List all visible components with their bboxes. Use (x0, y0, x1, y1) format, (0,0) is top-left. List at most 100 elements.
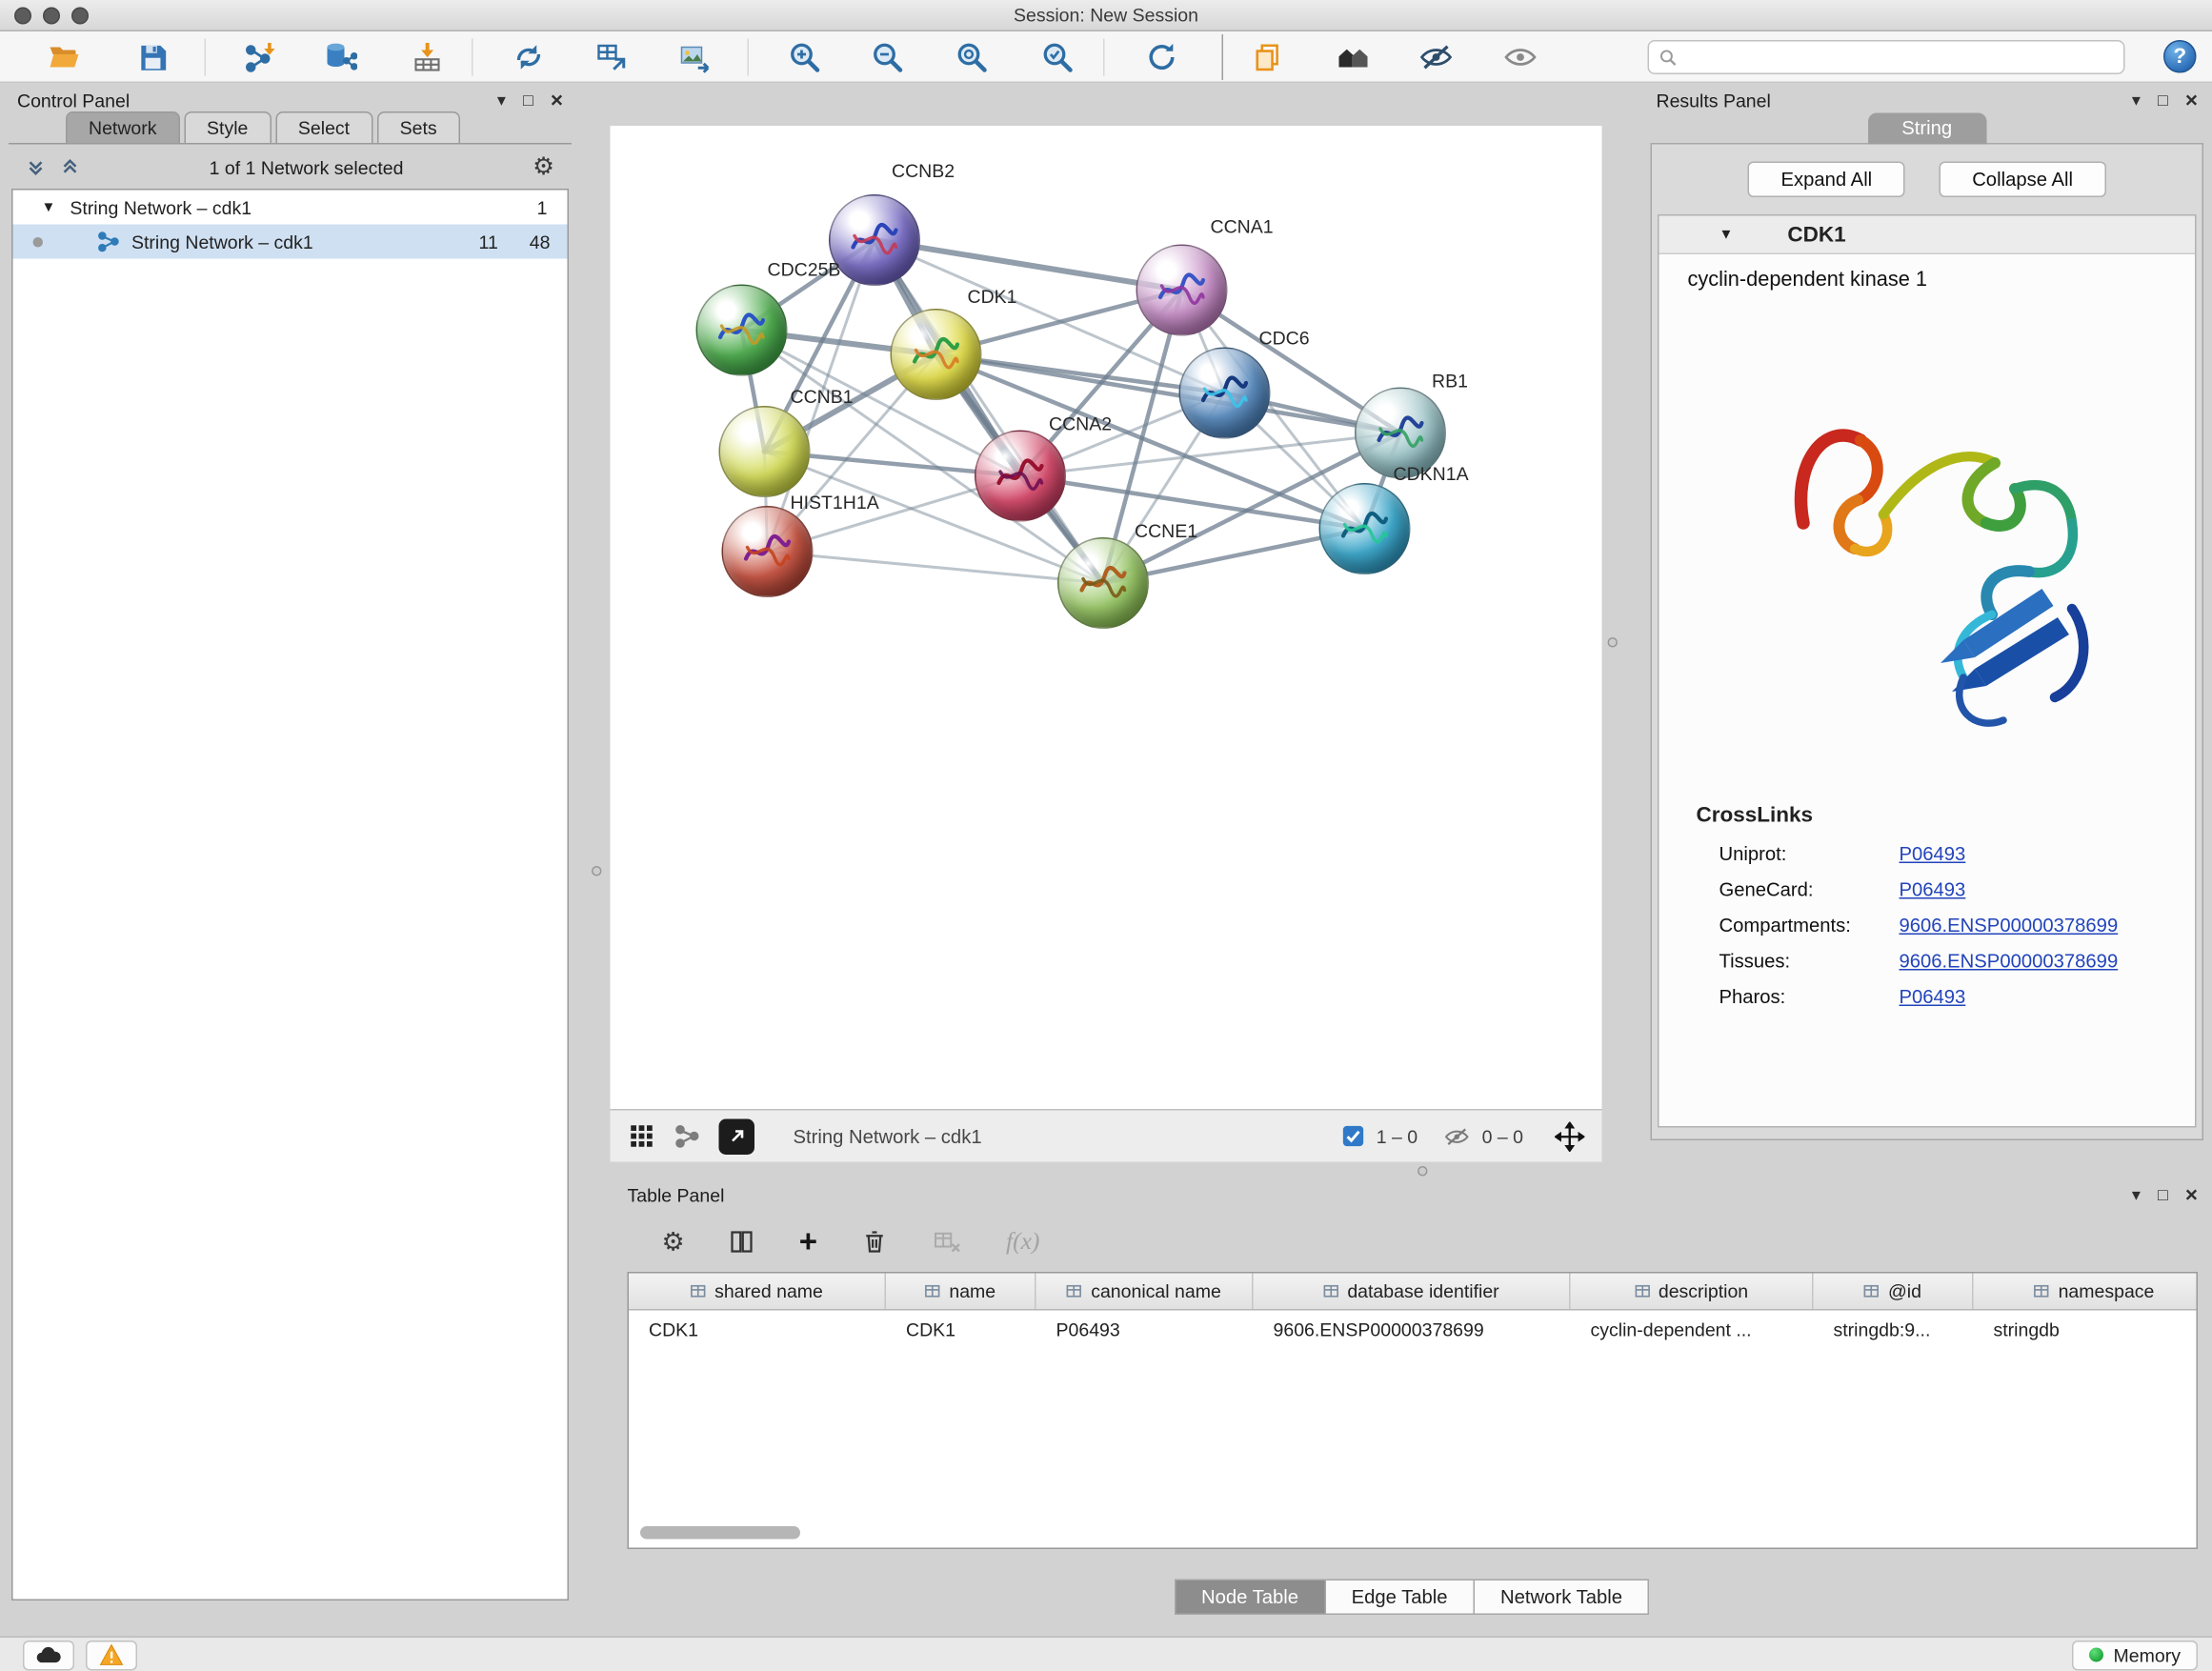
cloud-status-button[interactable] (23, 1640, 74, 1670)
home-button[interactable] (1334, 37, 1374, 77)
tree-caret-icon[interactable]: ▼ (42, 199, 56, 215)
right-splitter-handle[interactable] (1608, 637, 1619, 648)
column-header-name[interactable]: name (886, 1274, 1036, 1310)
network-node-ccnb1[interactable] (719, 406, 811, 497)
table-settings-gear-icon[interactable]: ⚙ (662, 1227, 685, 1258)
network-node-hist1h1a[interactable] (722, 506, 814, 597)
float-panel-icon[interactable]: □ (523, 91, 533, 109)
new-network-button[interactable] (509, 37, 549, 77)
crosslink-link[interactable]: 9606.ENSP00000378699 (1900, 951, 2119, 973)
network-row-selected[interactable]: String Network – cdk1 11 48 (13, 225, 568, 259)
expand-all-icon[interactable] (60, 157, 80, 177)
open-session-button[interactable] (45, 37, 85, 77)
crosslink-link[interactable]: P06493 (1900, 879, 1966, 901)
left-splitter-handle[interactable] (592, 866, 602, 876)
tab-string[interactable]: String (1867, 113, 1986, 145)
string-view-icon[interactable] (674, 1123, 700, 1149)
collapse-all-icon[interactable] (26, 157, 46, 177)
close-panel-icon[interactable]: × (2185, 90, 2198, 111)
network-node-ccne1[interactable] (1057, 537, 1149, 629)
close-panel-icon[interactable]: × (2185, 1184, 2198, 1206)
pan-crosshair-icon[interactable] (1555, 1121, 1585, 1152)
collapse-panel-icon[interactable]: ▾ (2132, 1186, 2141, 1203)
network-canvas[interactable]: CCNB2CCNA1CDC25BCDK1CDC6RB1CCNB1CCNA2CDK… (611, 126, 1602, 1109)
crosslink-row-pharos-: Pharos:P06493 (1659, 979, 2196, 1016)
column-header-description[interactable]: description (1571, 1274, 1814, 1310)
network-node-cdc6[interactable] (1179, 348, 1271, 439)
network-node-cdkn1a[interactable] (1319, 483, 1411, 574)
zoom-selected-button[interactable] (1037, 37, 1077, 77)
tab-edge-table[interactable]: Edge Table (1324, 1580, 1475, 1616)
column-header-namespace[interactable]: namespace (1974, 1274, 2212, 1310)
network-node-ccna2[interactable] (975, 431, 1066, 522)
collapse-panel-icon[interactable]: ▾ (2132, 91, 2141, 109)
crosslink-link[interactable]: 9606.ENSP00000378699 (1900, 915, 2119, 936)
zoom-in-button[interactable] (785, 37, 825, 77)
tab-select[interactable]: Select (275, 111, 372, 145)
delete-column-trash-icon[interactable] (860, 1228, 889, 1257)
tab-node-table[interactable]: Node Table (1174, 1580, 1325, 1616)
show-columns-icon[interactable] (728, 1228, 756, 1257)
import-table-button[interactable] (408, 37, 448, 77)
hidden-eye-slash-icon[interactable] (1443, 1125, 1471, 1147)
help-button[interactable]: ? (2163, 40, 2197, 73)
expand-all-button[interactable]: Expand All (1748, 162, 1905, 198)
collapse-all-button[interactable]: Collapse All (1940, 162, 2106, 198)
network-edge-HIST1H1A-CCNE1[interactable] (768, 552, 1104, 583)
search-input[interactable] (1678, 47, 2114, 69)
column-header--id[interactable]: @id (1814, 1274, 1974, 1310)
import-network-file-button[interactable] (240, 37, 280, 77)
bottom-splitter-handle[interactable] (1418, 1166, 1428, 1177)
network-node-ccna1[interactable] (1136, 245, 1228, 336)
tab-sets[interactable]: Sets (377, 111, 460, 145)
import-network-database-button[interactable] (320, 37, 360, 77)
table-row[interactable]: CDK1CDK1P064939606.ENSP00000378699cyclin… (629, 1311, 2197, 1348)
network-from-table-button[interactable] (592, 37, 632, 77)
horizontal-scrollbar[interactable] (640, 1526, 2185, 1540)
apply-layout-button[interactable] (1142, 37, 1182, 77)
column-header-database-identifier[interactable]: database identifier (1254, 1274, 1571, 1310)
column-header-label: @id (1888, 1280, 1921, 1302)
crosslink-link[interactable]: P06493 (1900, 986, 1966, 1008)
network-edge-CDK1-RB1[interactable] (936, 354, 1401, 433)
tab-network[interactable]: Network (66, 111, 180, 145)
open-in-browser-button[interactable] (719, 1118, 755, 1155)
collapse-panel-icon[interactable]: ▾ (497, 91, 506, 109)
copy-button[interactable] (1248, 37, 1288, 77)
network-node-cdc25b[interactable] (696, 285, 788, 376)
protein-structure-thumb (849, 222, 900, 259)
birdseye-view-icon[interactable] (628, 1122, 656, 1151)
hide-selected-button[interactable] (1417, 37, 1457, 77)
gear-icon[interactable]: ⚙ (533, 153, 554, 182)
float-panel-icon[interactable]: □ (2158, 1186, 2168, 1203)
selected-checkbox-icon[interactable] (1342, 1125, 1365, 1148)
memory-button[interactable]: Memory (2072, 1640, 2198, 1670)
toolbar-separator (1222, 34, 1224, 80)
network-node-ccnb2[interactable] (829, 194, 920, 286)
show-all-button[interactable] (1500, 37, 1540, 77)
import-table-icon (411, 40, 445, 74)
column-header-shared-name[interactable]: shared name (629, 1274, 886, 1310)
zoom-fit-button[interactable] (952, 37, 992, 77)
refresh-icon (1145, 40, 1179, 74)
export-image-button[interactable] (674, 37, 714, 77)
save-session-button[interactable] (133, 37, 173, 77)
gene-collapse-caret-icon[interactable]: ▼ (1719, 227, 1734, 243)
tab-style[interactable]: Style (184, 111, 271, 145)
export-image-icon (677, 40, 712, 74)
network-node-cdk1[interactable] (891, 309, 982, 400)
warnings-button[interactable] (86, 1640, 137, 1670)
create-column-icon[interactable]: + (799, 1226, 817, 1258)
column-header-canonical-name[interactable]: canonical name (1036, 1274, 1254, 1310)
crosslink-link[interactable]: P06493 (1900, 843, 1966, 865)
close-panel-icon[interactable]: × (551, 90, 563, 111)
network-collection-row[interactable]: ▼ String Network – cdk1 1 (13, 191, 568, 225)
window-titlebar: Session: New Session (0, 0, 2212, 31)
zoom-out-button[interactable] (868, 37, 908, 77)
gene-header[interactable]: ▼ CDK1 (1659, 216, 2196, 255)
tab-network-table[interactable]: Network Table (1474, 1580, 1650, 1616)
toolbar-separator (205, 39, 207, 76)
scrollbar-thumb[interactable] (640, 1526, 800, 1540)
network-edge-RB1-CCNA2[interactable] (1020, 433, 1400, 476)
float-panel-icon[interactable]: □ (2158, 91, 2168, 109)
